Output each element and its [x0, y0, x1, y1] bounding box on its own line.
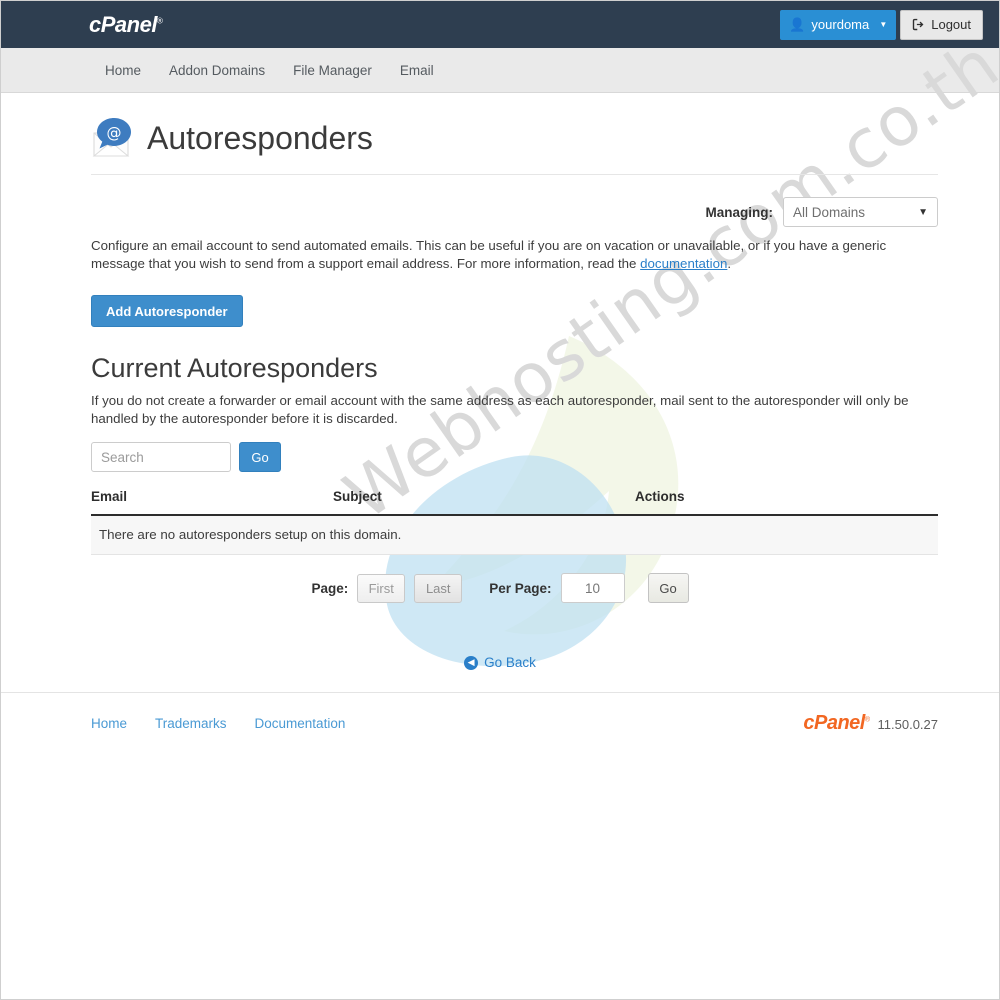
search-input[interactable] [91, 442, 231, 472]
add-autoresponder-button[interactable]: Add Autoresponder [91, 295, 243, 327]
footer-branding: cPanel® 11.50.0.27 [803, 712, 938, 735]
nav-item-file-manager[interactable]: File Manager [279, 63, 386, 78]
managing-domain-select[interactable]: All Domains ▼ [783, 197, 938, 227]
circle-arrow-left-icon: ◀ [464, 655, 479, 670]
user-menu-label: yourdoma [811, 17, 870, 32]
nav-item-email[interactable]: Email [386, 63, 448, 78]
page-label: Page: [311, 580, 349, 596]
go-back-link[interactable]: Go Back [484, 655, 536, 670]
page-description: Configure an email account to send autom… [91, 237, 938, 273]
search-row: Go [91, 442, 999, 472]
column-header-actions: Actions [635, 489, 685, 504]
managing-row: Managing: All Domains ▼ [1, 197, 938, 227]
nav-item-home[interactable]: Home [91, 63, 155, 78]
column-header-email: Email [91, 489, 128, 504]
managing-selected-value: All Domains [793, 204, 866, 220]
chevron-down-icon: ▼ [918, 206, 928, 218]
person-icon: 👤 [789, 17, 806, 32]
description-text-end: . [727, 256, 732, 271]
current-autoresponders-heading: Current Autoresponders [91, 353, 378, 383]
caret-down-icon: ▼ [879, 20, 888, 29]
cpanel-logo: cPanel® [89, 11, 163, 38]
per-page-go-button[interactable]: Go [647, 573, 689, 603]
description-text: Configure an email account to send autom… [91, 238, 887, 271]
pagination-controls: Page: First Last Per Page: Go [1, 573, 999, 603]
cpanel-logo-text: cPanel [89, 11, 157, 37]
table-empty-message: There are no autoresponders setup on thi… [91, 516, 938, 555]
main-content: @ Autoresponders Managing: All Domains ▼… [1, 94, 999, 753]
title-divider [91, 174, 938, 175]
footer-links: Home Trademarks Documentation [91, 716, 345, 731]
logout-label: Logout [931, 17, 971, 32]
nav-item-addon-domains[interactable]: Addon Domains [155, 63, 279, 78]
go-back-row: ◀ Go Back [1, 655, 999, 670]
autoresponders-table: Email Subject Actions There are no autor… [91, 489, 938, 555]
user-menu-button[interactable]: 👤 yourdoma ▼ [780, 9, 897, 40]
managing-label: Managing: [705, 204, 774, 220]
page-title: Autoresponders [147, 119, 373, 156]
column-header-subject: Subject [333, 489, 382, 504]
cpanel-page: cPanel® 👤 yourdoma ▼ Logout Home Addon D… [0, 0, 1000, 1000]
cpanel-version: 11.50.0.27 [877, 716, 938, 732]
main-navigation: Home Addon Domains File Manager Email [1, 48, 999, 93]
per-page-label: Per Page: [489, 580, 552, 596]
current-autoresponders-description: If you do not create a forwarder or emai… [91, 393, 909, 426]
registered-mark: ® [156, 16, 163, 26]
pagination-first-button[interactable]: First [357, 573, 406, 603]
footer-link-home[interactable]: Home [91, 716, 127, 731]
pagination-last-button[interactable]: Last [414, 573, 463, 603]
top-bar: cPanel® 👤 yourdoma ▼ Logout [1, 1, 999, 48]
page-title-row: @ Autoresponders [91, 116, 999, 160]
svg-text:@: @ [107, 124, 122, 142]
cpanel-footer-logo-text: cPanel [803, 711, 865, 734]
footer-link-trademarks[interactable]: Trademarks [155, 716, 227, 731]
envelope-at-icon: @ [91, 116, 135, 160]
cpanel-footer-logo: cPanel® [803, 711, 870, 735]
page-footer: Home Trademarks Documentation cPanel® 11… [1, 693, 999, 753]
logout-icon [913, 18, 924, 31]
search-go-button[interactable]: Go [239, 442, 281, 472]
documentation-link[interactable]: documentation [640, 256, 727, 271]
logout-button[interactable]: Logout [900, 9, 983, 40]
registered-mark-footer: ® [864, 715, 870, 723]
table-header-row: Email Subject Actions [91, 489, 938, 516]
per-page-input[interactable] [560, 573, 625, 603]
top-bar-actions: 👤 yourdoma ▼ Logout [780, 9, 983, 40]
footer-link-documentation[interactable]: Documentation [255, 716, 346, 731]
